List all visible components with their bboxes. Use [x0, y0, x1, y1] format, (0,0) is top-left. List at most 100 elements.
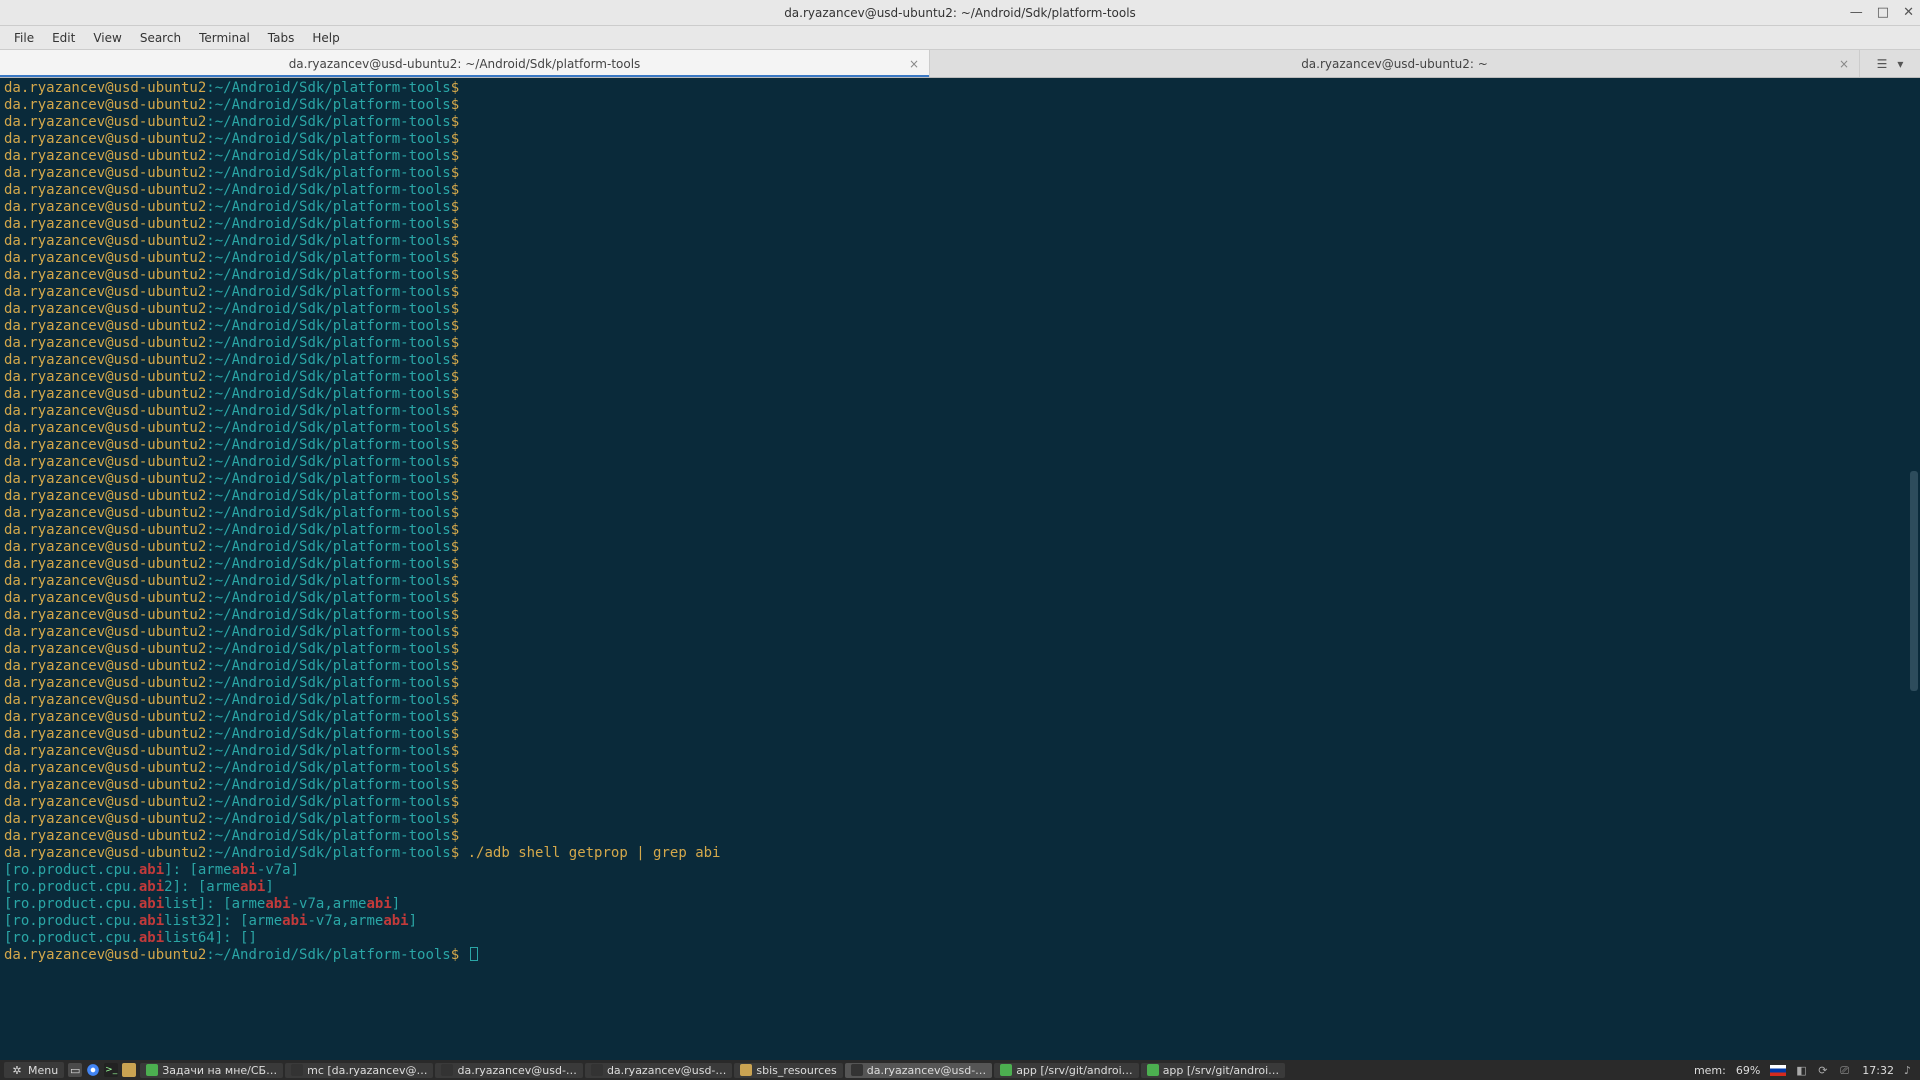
close-icon[interactable]: ✕: [1903, 5, 1914, 20]
output-line: [ro.product.cpu.abi2]: [armeabi]: [4, 879, 1916, 896]
menu-view[interactable]: View: [85, 28, 129, 48]
prompt-line: da.ryazancev@usd-ubuntu2:~/Android/Sdk/p…: [4, 760, 1916, 777]
prompt-line: da.ryazancev@usd-ubuntu2:~/Android/Sdk/p…: [4, 794, 1916, 811]
profile-icon[interactable]: ☰: [1877, 57, 1888, 71]
output-line: [ro.product.cpu.abilist]: [armeabi-v7a,a…: [4, 896, 1916, 913]
show-desktop-icon[interactable]: ▭: [68, 1063, 82, 1077]
prompt-line: da.ryazancev@usd-ubuntu2:~/Android/Sdk/p…: [4, 284, 1916, 301]
window-titlebar: da.ryazancev@usd-ubuntu2: ~/Android/Sdk/…: [0, 0, 1920, 26]
taskbar-app-0[interactable]: Задачи на мне/СБ…: [140, 1063, 283, 1078]
prompt-line: da.ryazancev@usd-ubuntu2:~/Android/Sdk/p…: [4, 726, 1916, 743]
output-line: [ro.product.cpu.abi]: [armeabi-v7a]: [4, 862, 1916, 879]
prompt-line: da.ryazancev@usd-ubuntu2:~/Android/Sdk/p…: [4, 386, 1916, 403]
output-line: [ro.product.cpu.abilist32]: [armeabi-v7a…: [4, 913, 1916, 930]
prompt-line: da.ryazancev@usd-ubuntu2:~/Android/Sdk/p…: [4, 318, 1916, 335]
tab-close-icon[interactable]: ×: [1839, 57, 1849, 71]
prompt-line: da.ryazancev@usd-ubuntu2:~/Android/Sdk/p…: [4, 709, 1916, 726]
taskbar-app-label: da.ryazancev@usd-…: [607, 1064, 726, 1077]
term-app-icon: [291, 1064, 303, 1076]
taskbar-app-7[interactable]: app [/srv/git/androi…: [1141, 1063, 1286, 1078]
tray-indicator-icon[interactable]: ◧: [1796, 1064, 1808, 1076]
term-app-icon: [851, 1064, 863, 1076]
taskbar-app-4[interactable]: sbis_resources: [734, 1063, 842, 1078]
prompt-line: da.ryazancev@usd-ubuntu2:~/Android/Sdk/p…: [4, 267, 1916, 284]
tab-label: da.ryazancev@usd-ubuntu2: ~/Android/Sdk/…: [289, 57, 641, 71]
prompt-line: da.ryazancev@usd-ubuntu2:~/Android/Sdk/p…: [4, 454, 1916, 471]
tabbar: da.ryazancev@usd-ubuntu2: ~/Android/Sdk/…: [0, 50, 1920, 78]
prompt-line: da.ryazancev@usd-ubuntu2:~/Android/Sdk/p…: [4, 573, 1916, 590]
prompt-line: da.ryazancev@usd-ubuntu2:~/Android/Sdk/p…: [4, 743, 1916, 760]
tab-menu-dropdown-icon[interactable]: ▾: [1897, 57, 1903, 71]
start-menu-button[interactable]: ✲ Menu: [4, 1062, 64, 1078]
taskbar-app-label: sbis_resources: [756, 1064, 836, 1077]
prompt-line: da.ryazancev@usd-ubuntu2:~/Android/Sdk/p…: [4, 335, 1916, 352]
prompt-line: da.ryazancev@usd-ubuntu2:~/Android/Sdk/p…: [4, 114, 1916, 131]
menu-help[interactable]: Help: [304, 28, 347, 48]
mint-logo-icon: ✲: [10, 1063, 24, 1077]
mem-value: 69%: [1736, 1064, 1760, 1077]
taskbar-app-3[interactable]: da.ryazancev@usd-…: [585, 1063, 732, 1078]
prompt-line: da.ryazancev@usd-ubuntu2:~/Android/Sdk/p…: [4, 522, 1916, 539]
terminal-cursor: [470, 947, 478, 961]
prompt-line: da.ryazancev@usd-ubuntu2:~/Android/Sdk/p…: [4, 199, 1916, 216]
keyboard-layout-flag-icon[interactable]: [1770, 1065, 1786, 1076]
terminal-scrollbar[interactable]: [1908, 78, 1920, 1060]
menu-tabs[interactable]: Tabs: [260, 28, 303, 48]
prompt-line: da.ryazancev@usd-ubuntu2:~/Android/Sdk/p…: [4, 811, 1916, 828]
taskbar-apps: Задачи на мне/СБ… mc [da.ryazancev@… da.ry…: [140, 1063, 1690, 1078]
clock[interactable]: 17:32: [1862, 1064, 1894, 1077]
desktop-taskbar: ✲ Menu ▭ >_ Задачи на мне/СБ… mc [da.ryaz…: [0, 1060, 1920, 1080]
prompt-line: da.ryazancev@usd-ubuntu2:~/Android/Sdk/p…: [4, 148, 1916, 165]
terminal-launcher-icon[interactable]: >_: [104, 1063, 118, 1077]
prompt-line: da.ryazancev@usd-ubuntu2:~/Android/Sdk/p…: [4, 233, 1916, 250]
prompt-line: da.ryazancev@usd-ubuntu2:~/Android/Sdk/p…: [4, 301, 1916, 318]
network-icon[interactable]: ⎚: [1840, 1064, 1852, 1076]
menu-edit[interactable]: Edit: [44, 28, 83, 48]
prompt-line-current: da.ryazancev@usd-ubuntu2:~/Android/Sdk/p…: [4, 947, 1916, 964]
term-app-icon: [591, 1064, 603, 1076]
taskbar-app-2[interactable]: da.ryazancev@usd-…: [435, 1063, 582, 1078]
tray-update-icon[interactable]: ⟳: [1818, 1064, 1830, 1076]
files-launcher-icon[interactable]: [122, 1063, 136, 1077]
prompt-line: da.ryazancev@usd-ubuntu2:~/Android/Sdk/p…: [4, 352, 1916, 369]
tab-close-icon[interactable]: ×: [909, 57, 919, 71]
chrome-launcher-icon[interactable]: [86, 1063, 100, 1077]
prompt-line: da.ryazancev@usd-ubuntu2:~/Android/Sdk/p…: [4, 403, 1916, 420]
prompt-line: da.ryazancev@usd-ubuntu2:~/Android/Sdk/p…: [4, 658, 1916, 675]
terminal-tab-0[interactable]: da.ryazancev@usd-ubuntu2: ~/Android/Sdk/…: [0, 50, 930, 77]
prompt-line: da.ryazancev@usd-ubuntu2:~/Android/Sdk/p…: [4, 607, 1916, 624]
taskbar-app-label: app [/srv/git/androi…: [1163, 1064, 1280, 1077]
prompt-line: da.ryazancev@usd-ubuntu2:~/Android/Sdk/p…: [4, 488, 1916, 505]
window-controls: — □ ✕: [1850, 0, 1914, 25]
taskbar-app-6[interactable]: app [/srv/git/androi…: [994, 1063, 1139, 1078]
taskbar-app-label: da.ryazancev@usd-…: [867, 1064, 986, 1077]
command-line: da.ryazancev@usd-ubuntu2:~/Android/Sdk/p…: [4, 845, 1916, 862]
prompt-line: da.ryazancev@usd-ubuntu2:~/Android/Sdk/p…: [4, 539, 1916, 556]
prompt-line: da.ryazancev@usd-ubuntu2:~/Android/Sdk/p…: [4, 692, 1916, 709]
terminal-tab-1[interactable]: da.ryazancev@usd-ubuntu2: ~ ×: [930, 50, 1860, 77]
sound-icon[interactable]: ♪: [1904, 1064, 1916, 1076]
prompt-line: da.ryazancev@usd-ubuntu2:~/Android/Sdk/p…: [4, 216, 1916, 233]
prompt-line: da.ryazancev@usd-ubuntu2:~/Android/Sdk/p…: [4, 165, 1916, 182]
taskbar-app-label: mc [da.ryazancev@…: [307, 1064, 427, 1077]
taskbar-app-1[interactable]: mc [da.ryazancev@…: [285, 1063, 433, 1078]
tab-label: da.ryazancev@usd-ubuntu2: ~: [1301, 57, 1488, 71]
prompt-line: da.ryazancev@usd-ubuntu2:~/Android/Sdk/p…: [4, 641, 1916, 658]
prompt-line: da.ryazancev@usd-ubuntu2:~/Android/Sdk/p…: [4, 131, 1916, 148]
prompt-line: da.ryazancev@usd-ubuntu2:~/Android/Sdk/p…: [4, 675, 1916, 692]
prompt-line: da.ryazancev@usd-ubuntu2:~/Android/Sdk/p…: [4, 250, 1916, 267]
prompt-line: da.ryazancev@usd-ubuntu2:~/Android/Sdk/p…: [4, 590, 1916, 607]
menu-terminal[interactable]: Terminal: [191, 28, 258, 48]
android-app-icon: [1147, 1064, 1159, 1076]
menu-file[interactable]: File: [6, 28, 42, 48]
terminal-output[interactable]: da.ryazancev@usd-ubuntu2:~/Android/Sdk/p…: [0, 78, 1920, 1060]
maximize-icon[interactable]: □: [1877, 5, 1889, 20]
prompt-line: da.ryazancev@usd-ubuntu2:~/Android/Sdk/p…: [4, 420, 1916, 437]
menu-search[interactable]: Search: [132, 28, 189, 48]
scrollbar-thumb[interactable]: [1910, 471, 1918, 691]
taskbar-app-label: da.ryazancev@usd-…: [457, 1064, 576, 1077]
window-title: da.ryazancev@usd-ubuntu2: ~/Android/Sdk/…: [784, 6, 1136, 20]
taskbar-app-5[interactable]: da.ryazancev@usd-…: [845, 1063, 992, 1078]
minimize-icon[interactable]: —: [1850, 5, 1863, 20]
output-line: [ro.product.cpu.abilist64]: []: [4, 930, 1916, 947]
